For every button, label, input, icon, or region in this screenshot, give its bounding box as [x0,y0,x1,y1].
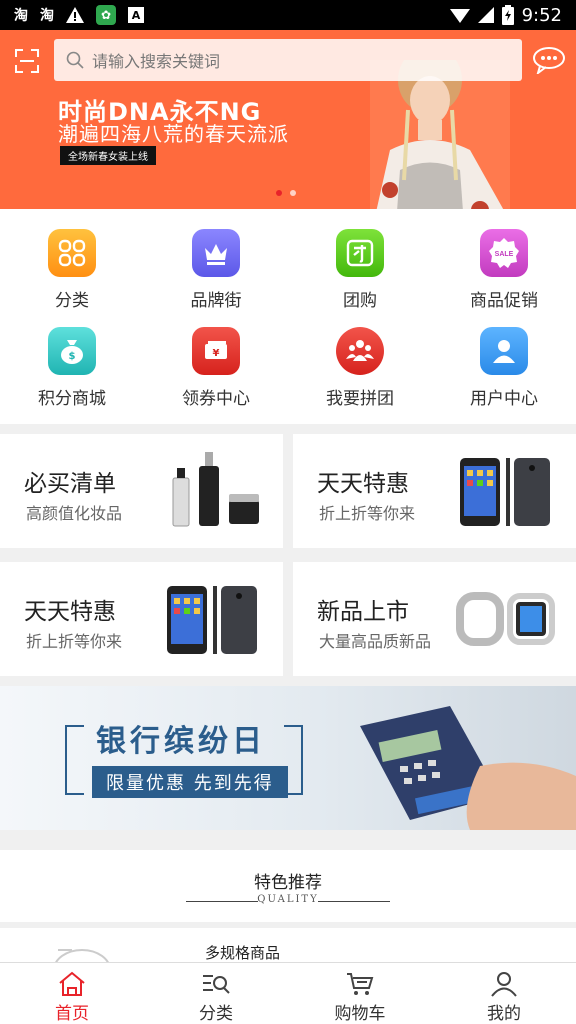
featured-section-header: 特色推荐 QUALITY [0,850,576,922]
search-bar: 请输入搜索关键词 [0,38,576,82]
menu-item-label: 分类 [55,291,89,311]
promo-card-new-arrivals[interactable]: 新品上市 大量高品质新品 [293,562,576,676]
menu-item-label: 团购 [343,291,377,311]
quick-menu: 分类 品牌街 团购 SALE 商品促销 $ 积分商城 ¥ 领券中心 我要拼团 用… [0,209,576,424]
smartwatch-image [456,592,555,646]
taobao-notification-icon: 淘 [40,8,54,24]
promo-cards: 必买清单 高颜值化妆品 天天特惠 折上折等你来 天天特惠 折上折等你来 新品上市… [0,434,576,676]
message-icon[interactable] [532,46,566,74]
menu-item-label: 领券中心 [182,388,250,409]
menu-item-user-center[interactable]: 用户中心 [432,326,576,423]
menu-item-category[interactable]: 分类 [0,229,144,325]
search-placeholder: 请输入搜索关键词 [92,52,221,71]
fashion-model-image [370,60,510,209]
tab-home[interactable]: 首页 [0,963,144,1024]
bank-banner-subtitle: 限量优惠 先到先得 [92,766,288,798]
menu-item-coupon-center[interactable]: ¥ 领券中心 [144,326,288,423]
crown-icon [192,229,240,277]
bank-promo-banner[interactable]: 银行缤纷日 限量优惠 先到先得 [0,686,576,830]
product-name: 多规格商品 [205,944,281,962]
promo-card-must-buy[interactable]: 必买清单 高颜值化妆品 [0,434,283,548]
coupon-icon: ¥ [192,326,240,375]
carousel-indicator [276,190,296,196]
tab-profile[interactable]: 我的 [432,963,576,1024]
svg-text:¥: ¥ [213,348,220,359]
status-bar: 淘 淘 ✿ A 9:52 [0,0,576,30]
sale-icon: SALE [480,229,528,277]
group-buy-icon [336,229,384,277]
tab-cart[interactable]: 购物车 [288,963,432,1024]
promo-card-subtitle: 大量高品质新品 [319,632,432,651]
promo-card-title: 天天特惠 [317,471,409,497]
app-store-icon: ✿ [96,5,116,25]
category-search-icon [203,975,230,994]
featured-subtitle: QUALITY [257,894,319,905]
app-root: 淘 淘 ✿ A 9:52 请输入搜索关键词 时尚DNA永不NG 潮遍四海八荒的春… [0,0,576,1024]
tab-category[interactable]: 分类 [144,963,288,1024]
home-icon [59,971,85,996]
promo-card-daily-deal[interactable]: 天天特惠 折上折等你来 [293,434,576,548]
svg-text:$: $ [69,351,76,362]
carousel-dot[interactable] [290,190,296,196]
menu-item-brand-street[interactable]: 品牌街 [144,229,288,325]
menu-item-label: 商品促销 [470,291,538,311]
promo-card-title: 天天特惠 [24,599,116,625]
card-terminal-image [360,706,576,830]
signal-icon [477,7,494,23]
promo-card-subtitle: 折上折等你来 [26,632,123,651]
promo-card-subtitle: 高颜值化妆品 [26,504,123,523]
warning-icon [66,7,84,23]
tab-label: 分类 [199,1004,233,1024]
bank-banner-title: 银行缤纷日 [96,724,266,759]
user-icon [480,326,528,375]
wifi-icon [449,9,470,23]
clock: 9:52 [521,4,562,26]
status-notifications: 淘 淘 ✿ A [14,5,144,25]
menu-item-label: 品牌街 [190,291,242,311]
search-icon [66,51,84,69]
phone-image [460,458,550,526]
tab-label: 我的 [487,1004,521,1024]
cart-icon [347,973,374,995]
tab-label: 首页 [55,1004,89,1024]
battery-icon [501,5,514,25]
divider [318,901,390,902]
tab-label: 购物车 [334,1004,386,1024]
menu-item-join-group[interactable]: 我要拼团 [288,326,432,423]
menu-item-points-mall[interactable]: $ 积分商城 [0,326,144,423]
menu-item-label: 我要拼团 [326,388,394,409]
promo-card-title: 新品上市 [317,599,409,625]
team-icon [336,326,384,375]
text-a-icon: A [128,7,144,23]
menu-item-label: 积分商城 [38,388,106,409]
banner-subline: 潮遍四海八荒的春天流派 [58,122,289,146]
cosmetics-image [172,452,259,527]
featured-title: 特色推荐 [254,873,322,893]
profile-icon [491,972,517,997]
menu-item-group-buy[interactable]: 团购 [288,229,432,325]
promo-card-subtitle: 折上折等你来 [319,504,416,523]
banner-tag: 全场新春女装上线 [60,146,156,165]
bottom-tab-bar: 首页 分类 购物车 我的 [0,962,576,1024]
phone-image [167,586,257,654]
menu-item-label: 用户中心 [470,388,538,409]
search-input[interactable]: 请输入搜索关键词 [54,39,522,81]
promo-card-title: 必买清单 [24,471,116,497]
svg-text:SALE: SALE [495,251,514,258]
category-icon [48,229,96,277]
taobao-notification-icon: 淘 [14,8,28,24]
carousel-dot-active[interactable] [276,190,282,196]
points-bag-icon: $ [48,326,96,375]
hero-banner[interactable]: 请输入搜索关键词 时尚DNA永不NG 潮遍四海八荒的春天流派 全场新春女装上线 [0,30,576,209]
status-system: 9:52 [449,4,562,26]
menu-item-promotion[interactable]: SALE 商品促销 [432,229,576,325]
scan-icon[interactable] [14,48,40,74]
promo-card-daily-deal-2[interactable]: 天天特惠 折上折等你来 [0,562,283,676]
